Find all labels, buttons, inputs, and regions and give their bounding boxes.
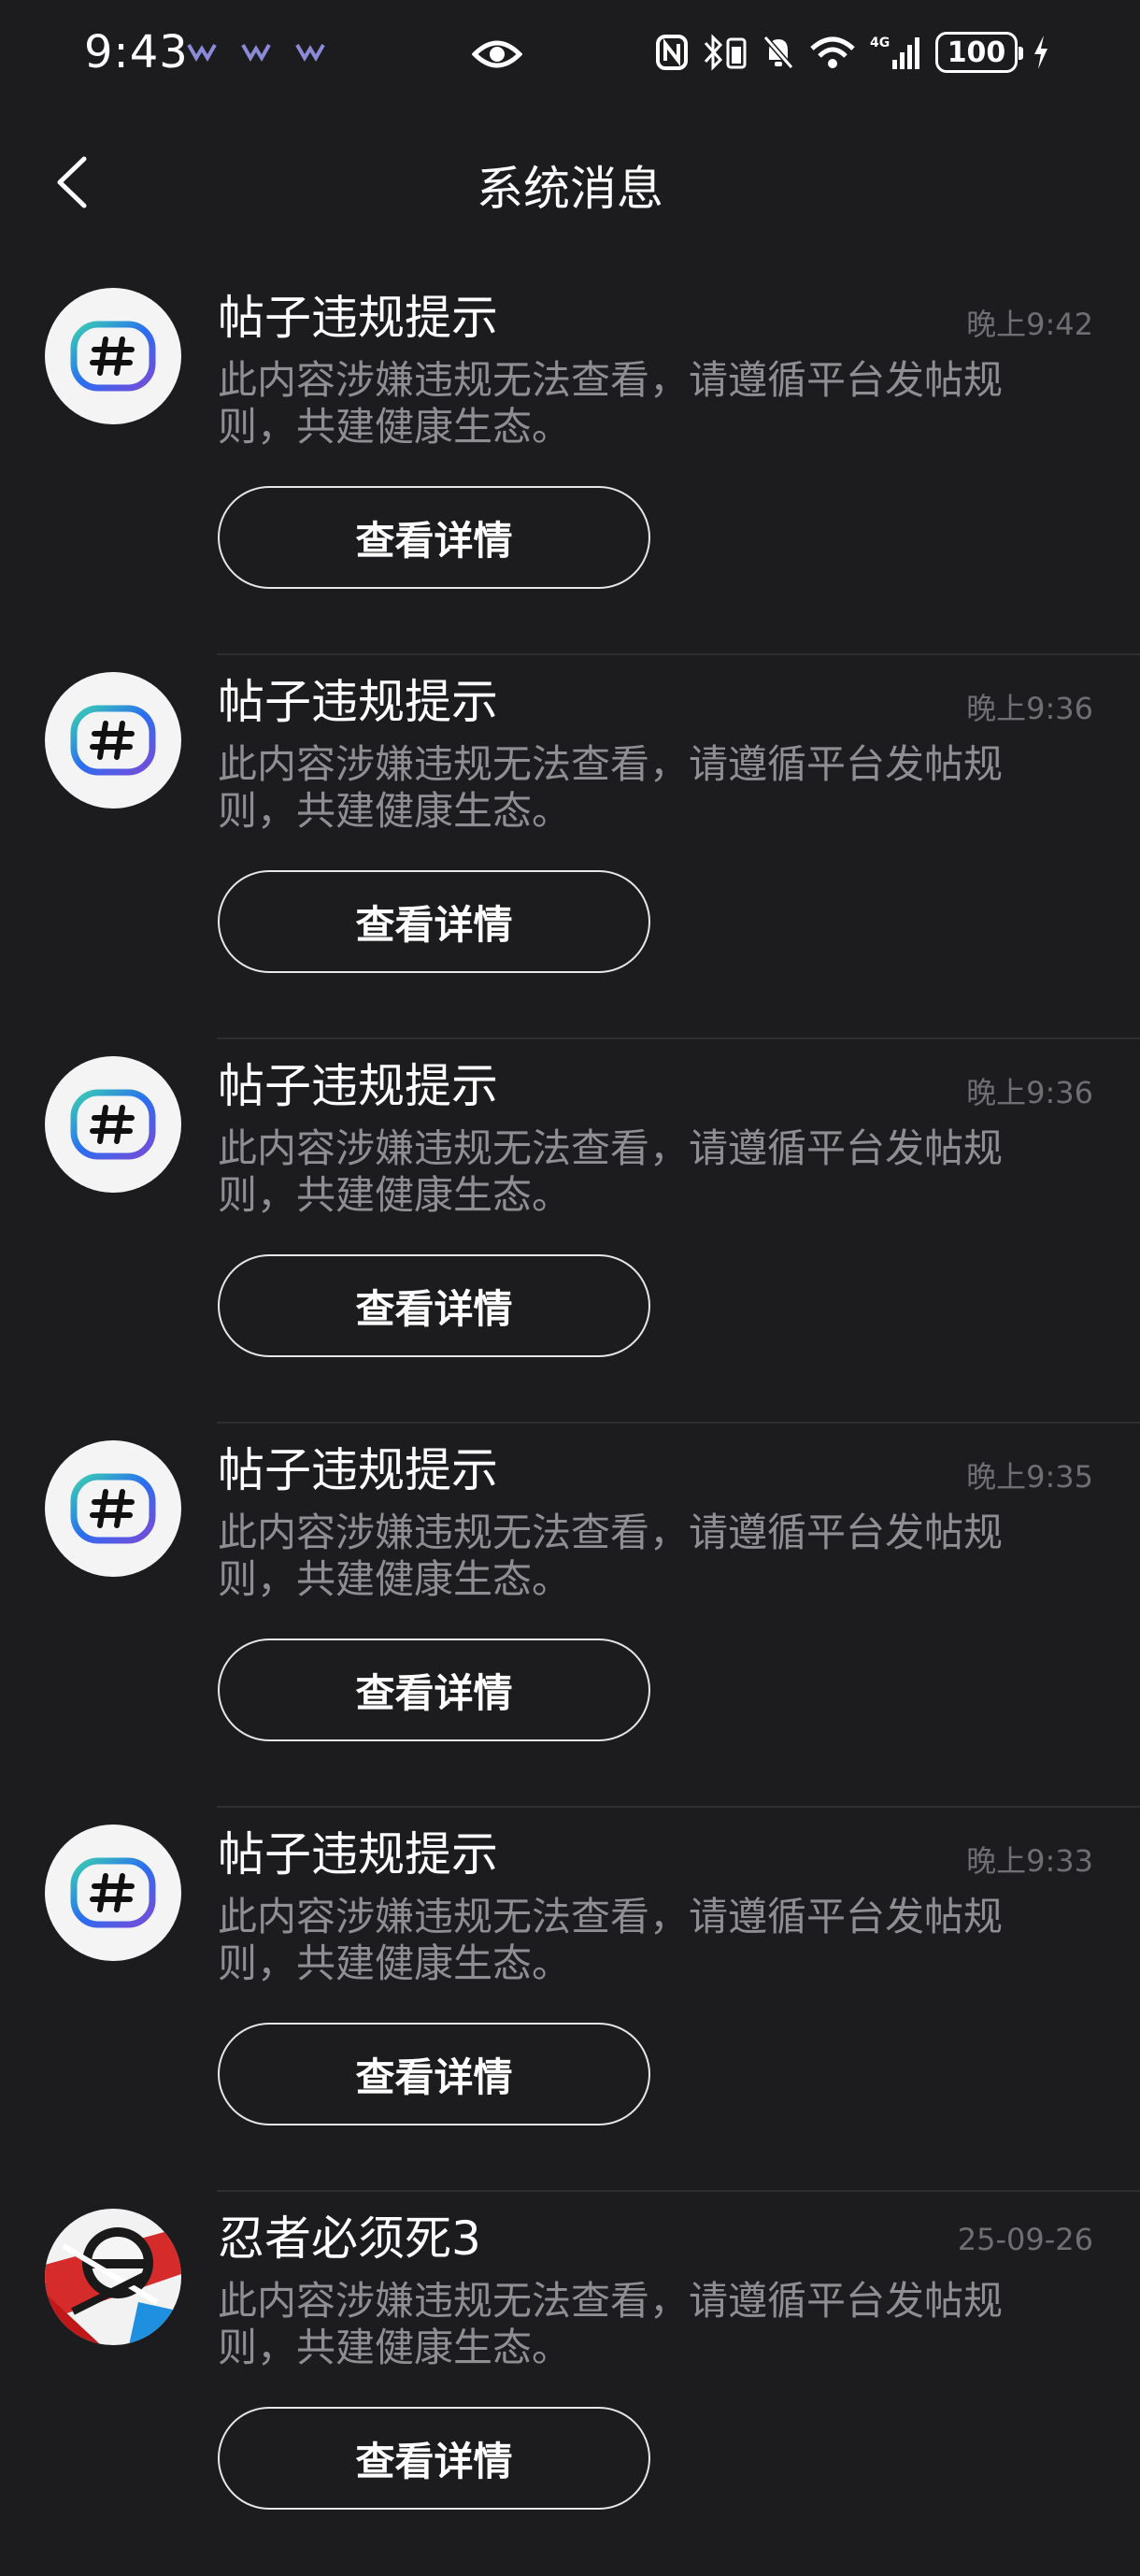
svg-text:4G: 4G [870, 36, 890, 50]
message-title: 帖子违规提示 [218, 1443, 498, 1497]
message-title: 帖子违规提示 [218, 1059, 498, 1113]
view-details-button[interactable]: 查看详情 [218, 1254, 650, 1357]
battery-indicator: 100 [935, 32, 1023, 73]
view-details-button[interactable]: 查看详情 [218, 2407, 650, 2510]
message-body: 此内容涉嫌违规无法查看，请遵循平台发帖规则，共建健康生态。 [218, 357, 1004, 450]
hashtag-icon [70, 321, 156, 392]
list-item: 帖子违规提示 晚上9:42 此内容涉嫌违规无法查看，请遵循平台发帖规则，共建健康… [0, 271, 1140, 655]
message-title: 帖子违规提示 [218, 291, 498, 345]
message-time: 晚上9:33 [966, 1843, 1093, 1879]
avatar[interactable] [45, 288, 181, 424]
message-body: 此内容涉嫌违规无法查看，请遵循平台发帖规则，共建健康生态。 [218, 1510, 1004, 1602]
message-time: 25-09-26 [957, 2222, 1093, 2257]
notification-icon [187, 44, 217, 62]
status-bar: 9:43 4G 100 [0, 0, 1140, 112]
list-item: 帖子违规提示 晚上9:36 此内容涉嫌违规无法查看，请遵循平台发帖规则，共建健康… [0, 655, 1140, 1039]
eye-icon [472, 40, 522, 68]
notification-icons [187, 41, 325, 62]
message-time: 晚上9:36 [966, 1075, 1093, 1110]
status-right-icons: 4G 100 [655, 32, 1051, 73]
nfc-icon [656, 35, 688, 70]
mute-bell-icon [762, 36, 794, 69]
view-details-button[interactable]: 查看详情 [218, 1639, 650, 1741]
message-list: 帖子违规提示 晚上9:42 此内容涉嫌违规无法查看，请遵循平台发帖规则，共建健康… [0, 271, 1140, 2576]
hashtag-icon [70, 1089, 156, 1160]
view-details-button[interactable]: 查看详情 [218, 870, 650, 973]
message-title: 帖子违规提示 [218, 675, 498, 729]
page-title: 系统消息 [477, 162, 663, 216]
view-details-button[interactable]: 查看详情 [218, 486, 650, 589]
message-body: 此内容涉嫌违规无法查看，请遵循平台发帖规则，共建健康生态。 [218, 2278, 1004, 2370]
message-time: 晚上9:36 [966, 691, 1093, 726]
list-item: 忍者必须死3 25-09-26 此内容涉嫌违规无法查看，请遵循平台发帖规则，共建… [0, 2192, 1140, 2576]
message-title: 帖子违规提示 [218, 1827, 498, 1882]
signal-icon: 4G [870, 36, 919, 69]
notification-icon [295, 44, 325, 62]
notification-icon [241, 44, 271, 62]
charging-icon [1034, 36, 1047, 69]
game-avatar[interactable] [45, 2209, 181, 2345]
message-body: 此内容涉嫌违规无法查看，请遵循平台发帖规则，共建健康生态。 [218, 1894, 1004, 1986]
message-time: 晚上9:35 [966, 1459, 1093, 1495]
avatar[interactable] [45, 1825, 181, 1961]
hashtag-icon [70, 1473, 156, 1544]
hashtag-icon [70, 1857, 156, 1928]
message-title: 忍者必须死3 [218, 2211, 481, 2266]
bluetooth-battery-icon [704, 34, 747, 71]
wifi-icon [810, 36, 855, 68]
view-details-button[interactable]: 查看详情 [218, 2023, 650, 2125]
avatar[interactable] [45, 1440, 181, 1577]
message-body: 此内容涉嫌违规无法查看，请遵循平台发帖规则，共建健康生态。 [218, 1125, 1004, 1218]
hashtag-icon [70, 705, 156, 776]
list-item: 帖子违规提示 晚上9:36 此内容涉嫌违规无法查看，请遵循平台发帖规则，共建健康… [0, 1039, 1140, 1424]
status-time: 9:43 [84, 26, 189, 79]
avatar[interactable] [45, 672, 181, 809]
list-item: 帖子违规提示 晚上9:35 此内容涉嫌违规无法查看，请遵循平台发帖规则，共建健康… [0, 1424, 1140, 1808]
avatar[interactable] [45, 1056, 181, 1193]
message-body: 此内容涉嫌违规无法查看，请遵循平台发帖规则，共建健康生态。 [218, 741, 1004, 834]
ninja-avatar-icon [45, 2209, 181, 2345]
nav-bar: 系统消息 [0, 131, 1140, 234]
list-item: 帖子违规提示 晚上9:33 此内容涉嫌违规无法查看，请遵循平台发帖规则，共建健康… [0, 1808, 1140, 2192]
message-time: 晚上9:42 [966, 307, 1093, 342]
